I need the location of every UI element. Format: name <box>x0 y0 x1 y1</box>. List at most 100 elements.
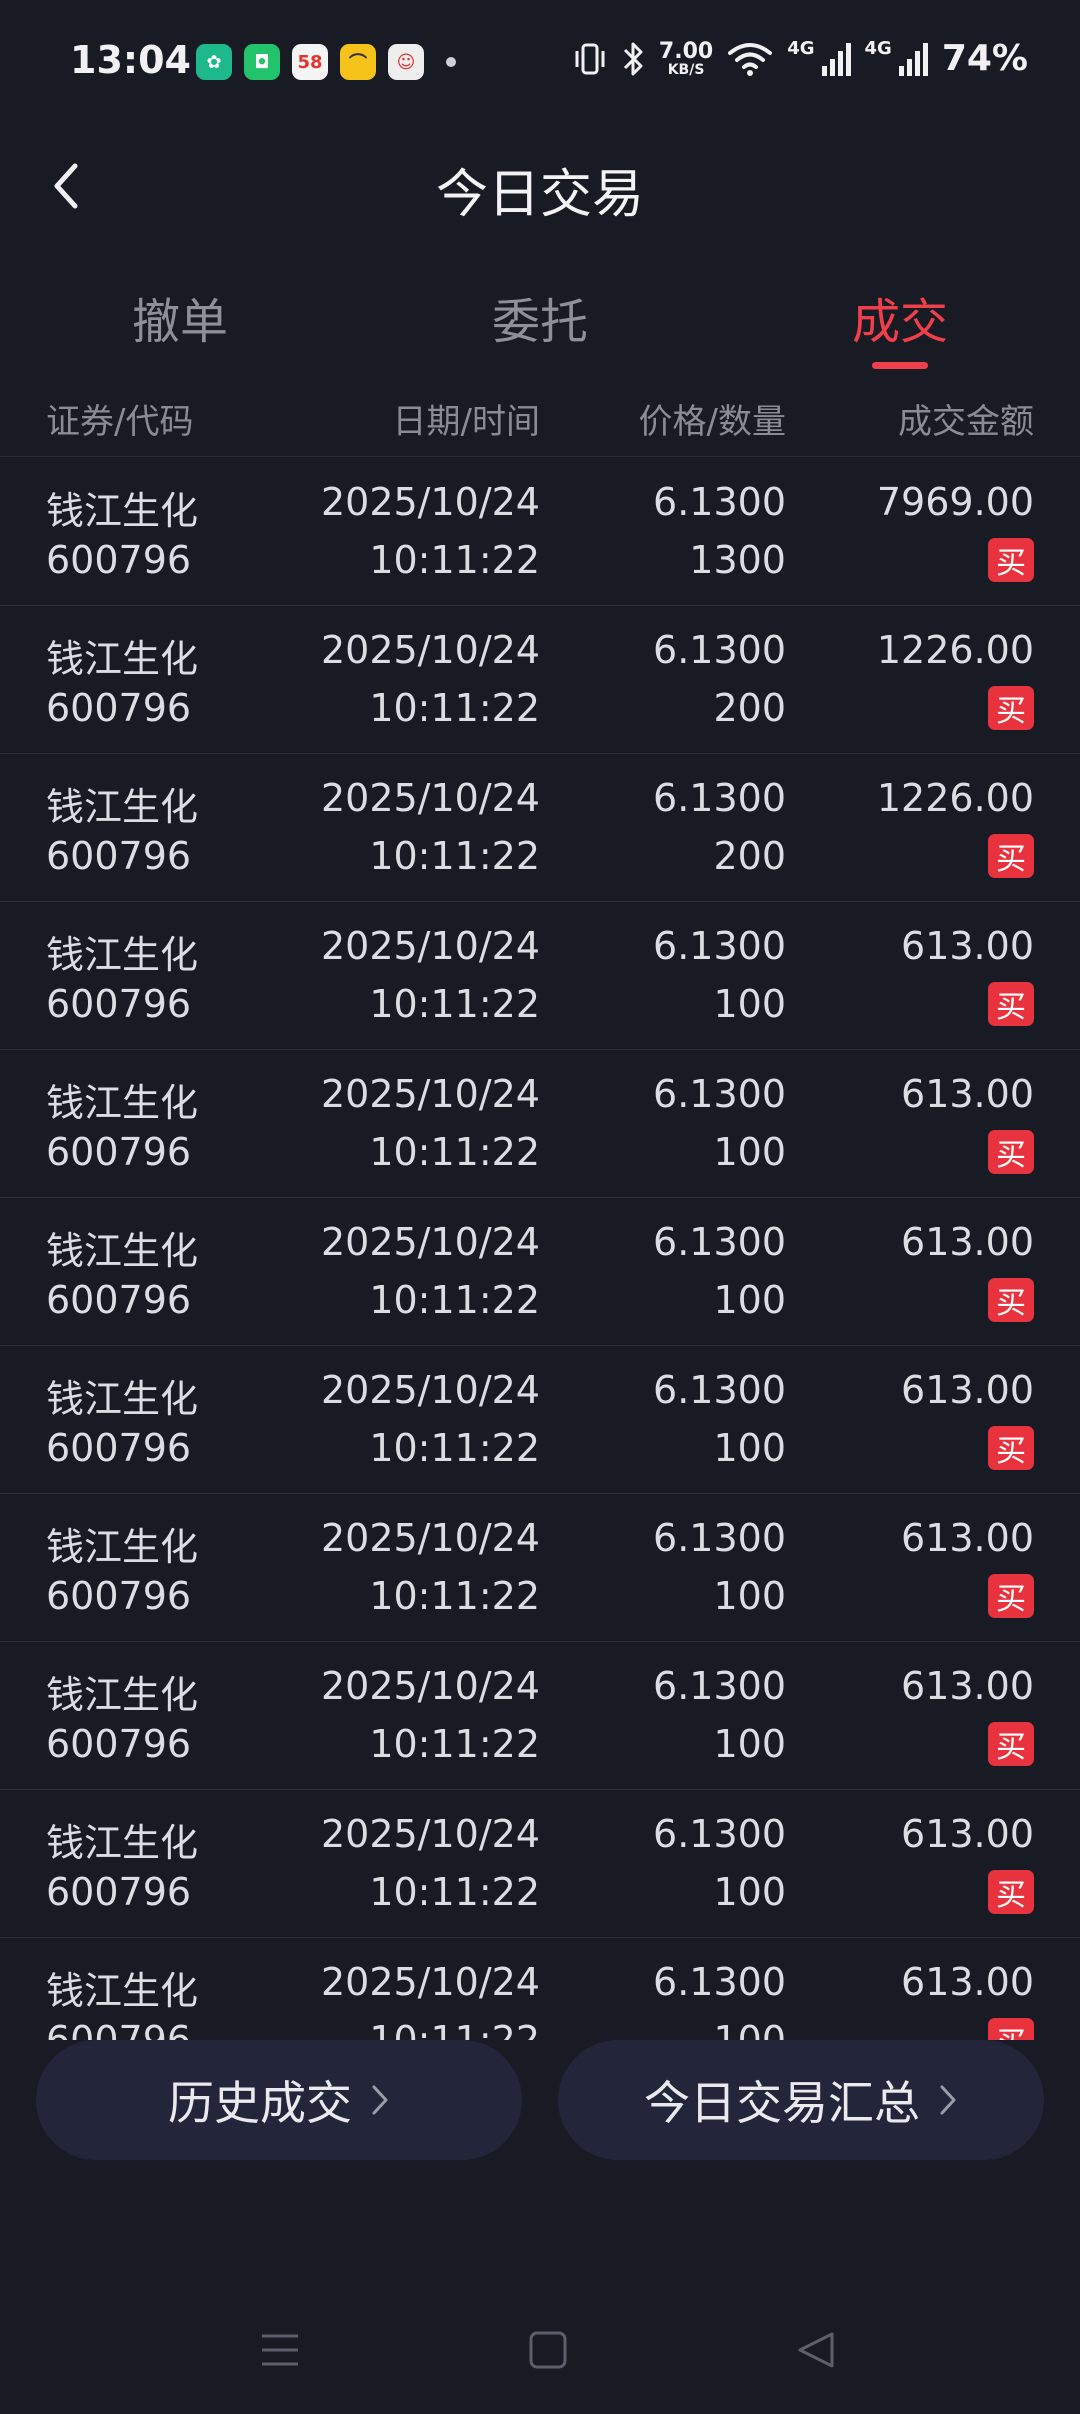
home-nav-button[interactable] <box>518 2320 578 2380</box>
tab-filled[interactable]: 成交 <box>852 282 948 352</box>
stock-code: 600796 <box>46 538 192 582</box>
table-row[interactable]: 钱江生化 600796 2025/10/24 10:11:22 6.1300 100 613… <box>0 1790 1080 1938</box>
back-triangle-icon <box>798 2332 834 2368</box>
table-row[interactable]: 钱江生化 600796 2025/10/24 10:11:22 6.1300 100 613… <box>0 1198 1080 1346</box>
col-amount: 成交金额 <box>898 402 1034 442</box>
chevron-right-icon <box>370 2083 390 2117</box>
tab-bar: 撤单 委托 成交 <box>0 270 1080 380</box>
trade-date: 2025/10/24 <box>320 1220 540 1264</box>
table-row[interactable]: 钱江生化 600796 2025/10/24 10:11:22 6.1300 100 613… <box>0 902 1080 1050</box>
stock-code: 600796 <box>46 1130 192 1174</box>
stock-code: 600796 <box>46 1870 192 1914</box>
trade-date: 2025/10/24 <box>320 1516 540 1560</box>
trade-quantity: 100 <box>713 2018 786 2040</box>
trade-price: 6.1300 <box>653 1368 786 1412</box>
tab-cancel-order[interactable]: 撤单 <box>132 282 228 352</box>
system-nav-bar <box>0 2300 1080 2390</box>
page-title: 今日交易 <box>435 165 644 225</box>
stock-name: 钱江生化 <box>46 1673 199 1717</box>
col-security: 证券/代码 <box>46 402 194 442</box>
trade-date: 2025/10/24 <box>320 1072 540 1116</box>
table-row[interactable]: 钱江生化 600796 2025/10/24 10:11:22 6.1300 100 613… <box>0 1494 1080 1642</box>
menu-nav-button[interactable] <box>250 2320 310 2380</box>
stock-name: 钱江生化 <box>46 933 199 977</box>
trade-amount: 613.00 <box>901 1664 1034 1708</box>
stock-name: 钱江生化 <box>46 785 199 829</box>
trade-list[interactable]: 钱江生化 600796 2025/10/24 10:11:22 6.1300 1300 79… <box>0 458 1080 2040</box>
trade-amount: 613.00 <box>901 1368 1034 1412</box>
bottom-actions: 历史成交 今日交易汇总 <box>0 2040 1080 2170</box>
trade-price: 6.1300 <box>653 1960 786 2004</box>
back-nav-button[interactable] <box>786 2320 846 2380</box>
trade-amount: 1226.00 <box>876 776 1034 820</box>
stock-name: 钱江生化 <box>46 1377 199 1421</box>
trade-amount: 1226.00 <box>876 628 1034 672</box>
leaf-app-icon: ✿ <box>196 44 232 80</box>
trade-price: 6.1300 <box>653 1516 786 1560</box>
trade-date: 2025/10/24 <box>320 1960 540 2004</box>
trade-quantity: 100 <box>713 1870 786 1914</box>
trade-screen: 13:04 ✿ ◘ 58 ⌒ ☺ 7.00 KB/S 4G 4G 74% 今日交… <box>0 0 1080 2414</box>
stock-name: 钱江生化 <box>46 637 199 681</box>
table-row[interactable]: 钱江生化 600796 2025/10/24 10:11:22 6.1300 100 613… <box>0 1938 1080 2040</box>
history-trades-button[interactable]: 历史成交 <box>36 2040 522 2160</box>
table-row[interactable]: 钱江生化 600796 2025/10/24 10:11:22 6.1300 100 613… <box>0 1346 1080 1494</box>
buy-side-badge: 买 <box>988 2018 1034 2040</box>
table-row[interactable]: 钱江生化 600796 2025/10/24 10:11:22 6.1300 200 122… <box>0 606 1080 754</box>
trade-date: 2025/10/24 <box>320 776 540 820</box>
signal-icon-2 <box>898 42 928 76</box>
menu-icon <box>262 2334 298 2366</box>
buy-side-badge: 买 <box>988 1130 1034 1174</box>
trade-price: 6.1300 <box>653 776 786 820</box>
vibrate-icon <box>575 43 605 74</box>
status-bar: 13:04 ✿ ◘ 58 ⌒ ☺ 7.00 KB/S 4G 4G 74% <box>0 0 1080 130</box>
trade-time: 10:11:22 <box>369 1130 540 1174</box>
table-row[interactable]: 钱江生化 600796 2025/10/24 10:11:22 6.1300 100 613… <box>0 1642 1080 1790</box>
wifi-icon <box>728 42 773 76</box>
trade-amount: 613.00 <box>901 1220 1034 1264</box>
trade-quantity: 100 <box>713 1722 786 1766</box>
table-row[interactable]: 钱江生化 600796 2025/10/24 10:11:22 6.1300 200 122… <box>0 754 1080 902</box>
stock-name: 钱江生化 <box>46 1821 199 1865</box>
trade-price: 6.1300 <box>653 1072 786 1116</box>
trade-date: 2025/10/24 <box>320 480 540 524</box>
trade-price: 6.1300 <box>653 480 786 524</box>
trade-time: 10:11:22 <box>369 834 540 878</box>
buy-side-badge: 买 <box>988 982 1034 1026</box>
trade-time: 10:11:22 <box>369 1722 540 1766</box>
today-summary-label: 今日交易汇总 <box>644 2076 920 2130</box>
stock-code: 600796 <box>46 982 192 1026</box>
buy-side-badge: 买 <box>988 1426 1034 1470</box>
stock-name: 钱江生化 <box>46 1229 199 1273</box>
top-app-bar: 今日交易 <box>0 130 1080 250</box>
stock-code: 600796 <box>46 1722 192 1766</box>
trade-time: 10:11:22 <box>369 1870 540 1914</box>
trade-quantity: 100 <box>713 1574 786 1618</box>
col-datetime: 日期/时间 <box>392 402 540 442</box>
trade-quantity: 200 <box>713 834 786 878</box>
58-app-icon: 58 <box>292 44 328 80</box>
trade-quantity: 100 <box>713 1130 786 1174</box>
trade-price: 6.1300 <box>653 1220 786 1264</box>
buy-side-badge: 买 <box>988 1574 1034 1618</box>
trade-amount: 7969.00 <box>876 480 1034 524</box>
table-row[interactable]: 钱江生化 600796 2025/10/24 10:11:22 6.1300 100 613… <box>0 1050 1080 1198</box>
signal-icon-1 <box>821 42 851 76</box>
notification-icons: ✿ ◘ 58 ⌒ ☺ <box>196 44 456 80</box>
bluetooth-icon <box>623 42 643 75</box>
history-trades-label: 历史成交 <box>168 2076 352 2130</box>
col-price-qty: 价格/数量 <box>638 402 786 442</box>
status-indicators: 7.00 KB/S 4G 4G 74% <box>573 38 1028 79</box>
stock-name: 钱江生化 <box>46 1081 199 1125</box>
shield-app-icon: ◘ <box>244 44 280 80</box>
today-summary-button[interactable]: 今日交易汇总 <box>558 2040 1044 2160</box>
more-notifications-dot <box>446 57 456 67</box>
home-square-icon <box>529 2331 567 2369</box>
trade-date: 2025/10/24 <box>320 1664 540 1708</box>
trade-price: 6.1300 <box>653 628 786 672</box>
tab-orders[interactable]: 委托 <box>492 282 588 352</box>
trade-quantity: 1300 <box>689 538 786 582</box>
stock-name: 钱江生化 <box>46 1525 199 1569</box>
trade-time: 10:11:22 <box>369 538 540 582</box>
table-row[interactable]: 钱江生化 600796 2025/10/24 10:11:22 6.1300 1300 79… <box>0 458 1080 606</box>
